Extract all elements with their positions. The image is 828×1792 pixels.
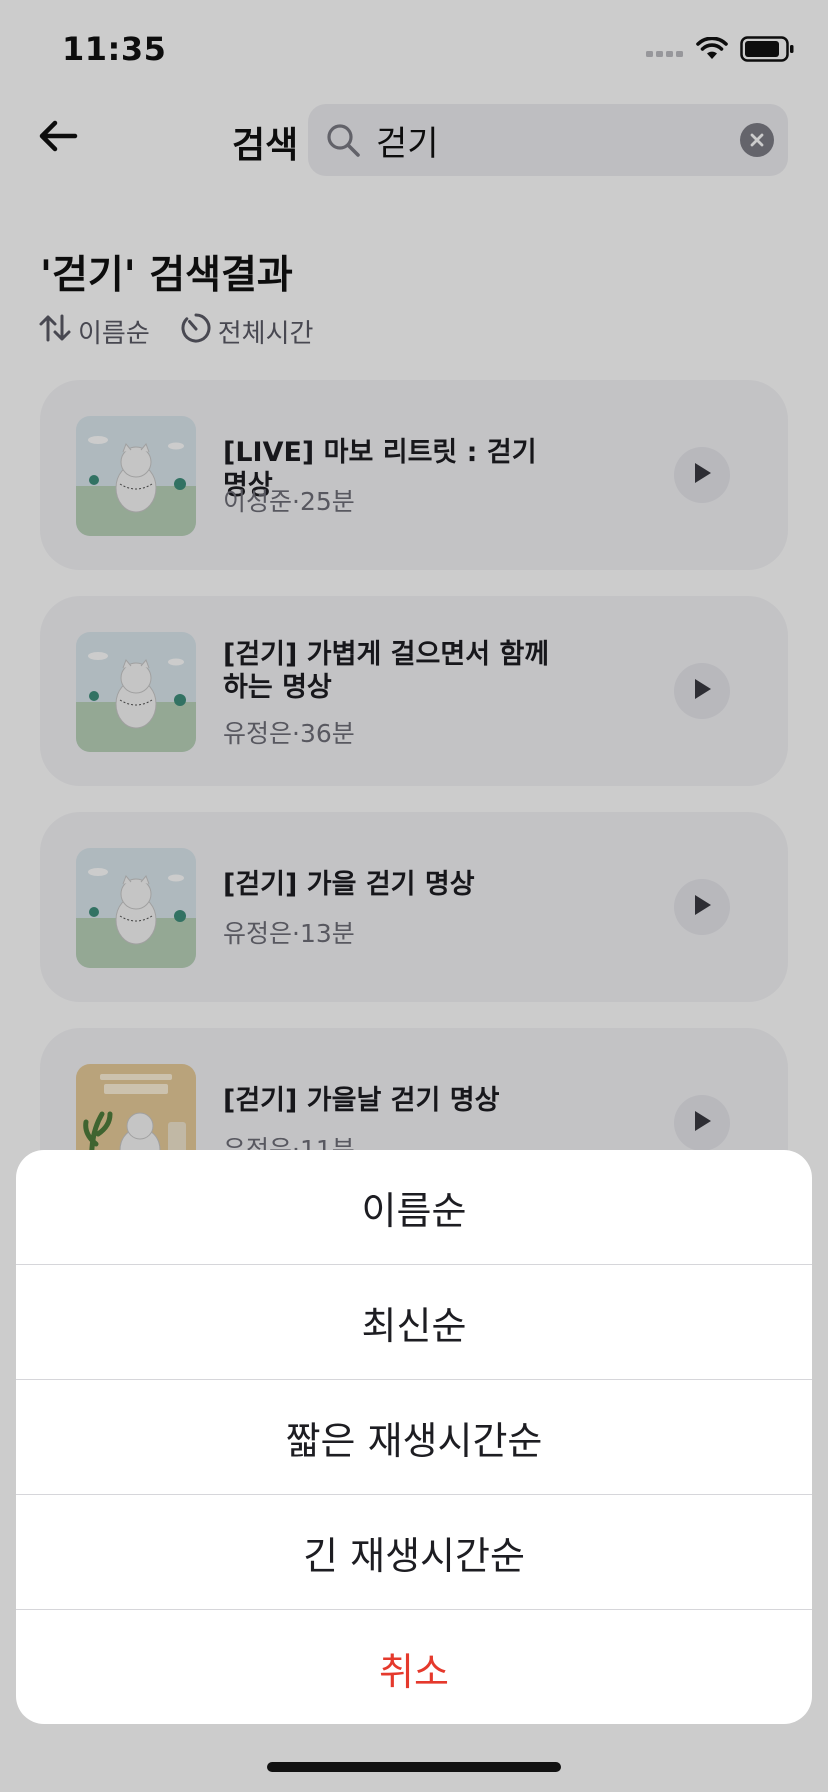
sort-option-name[interactable]: 이름순: [16, 1150, 812, 1265]
sort-action-sheet: 이름순 최신순 짧은 재생시간순 긴 재생시간순 취소: [16, 1150, 812, 1724]
home-indicator: [267, 1762, 561, 1772]
cancel-button[interactable]: 취소: [16, 1610, 812, 1724]
sort-option-shortest[interactable]: 짧은 재생시간순: [16, 1380, 812, 1495]
sort-option-latest[interactable]: 최신순: [16, 1265, 812, 1380]
sort-option-longest[interactable]: 긴 재생시간순: [16, 1495, 812, 1610]
